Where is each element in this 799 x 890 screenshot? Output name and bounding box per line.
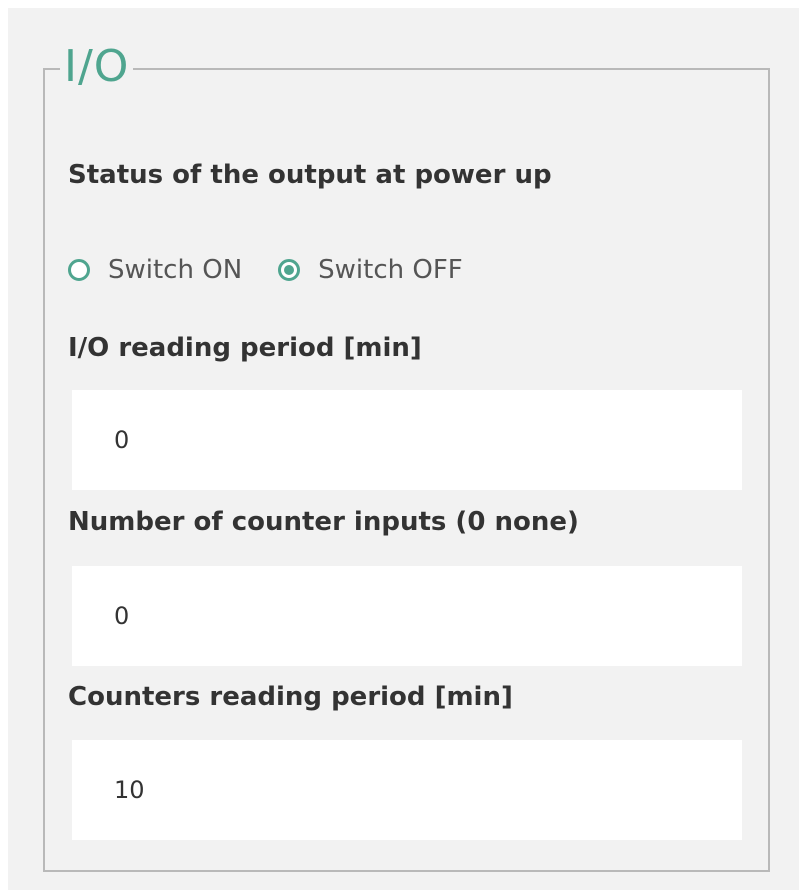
counters-reading-period-label: Counters reading period [min] [68,682,513,712]
counter-inputs-input[interactable] [72,566,742,666]
counters-reading-period-input[interactable] [72,740,742,840]
io-reading-period-label: I/O reading period [min] [68,333,422,363]
output-status-radio-group: Switch ON Switch OFF [68,250,463,290]
section-legend: I/O [60,40,134,94]
radio-unchecked-icon[interactable] [68,259,90,281]
radio-switch-off[interactable]: Switch OFF [278,253,463,287]
output-status-label: Status of the output at power up [68,160,552,190]
counter-inputs-label: Number of counter inputs (0 none) [68,507,579,537]
io-reading-period-input[interactable] [72,390,742,490]
radio-checked-icon[interactable] [278,259,301,281]
radio-switch-off-label[interactable]: Switch OFF [318,253,463,287]
radio-switch-on[interactable]: Switch ON [68,253,242,287]
radio-switch-on-label[interactable]: Switch ON [108,253,242,287]
